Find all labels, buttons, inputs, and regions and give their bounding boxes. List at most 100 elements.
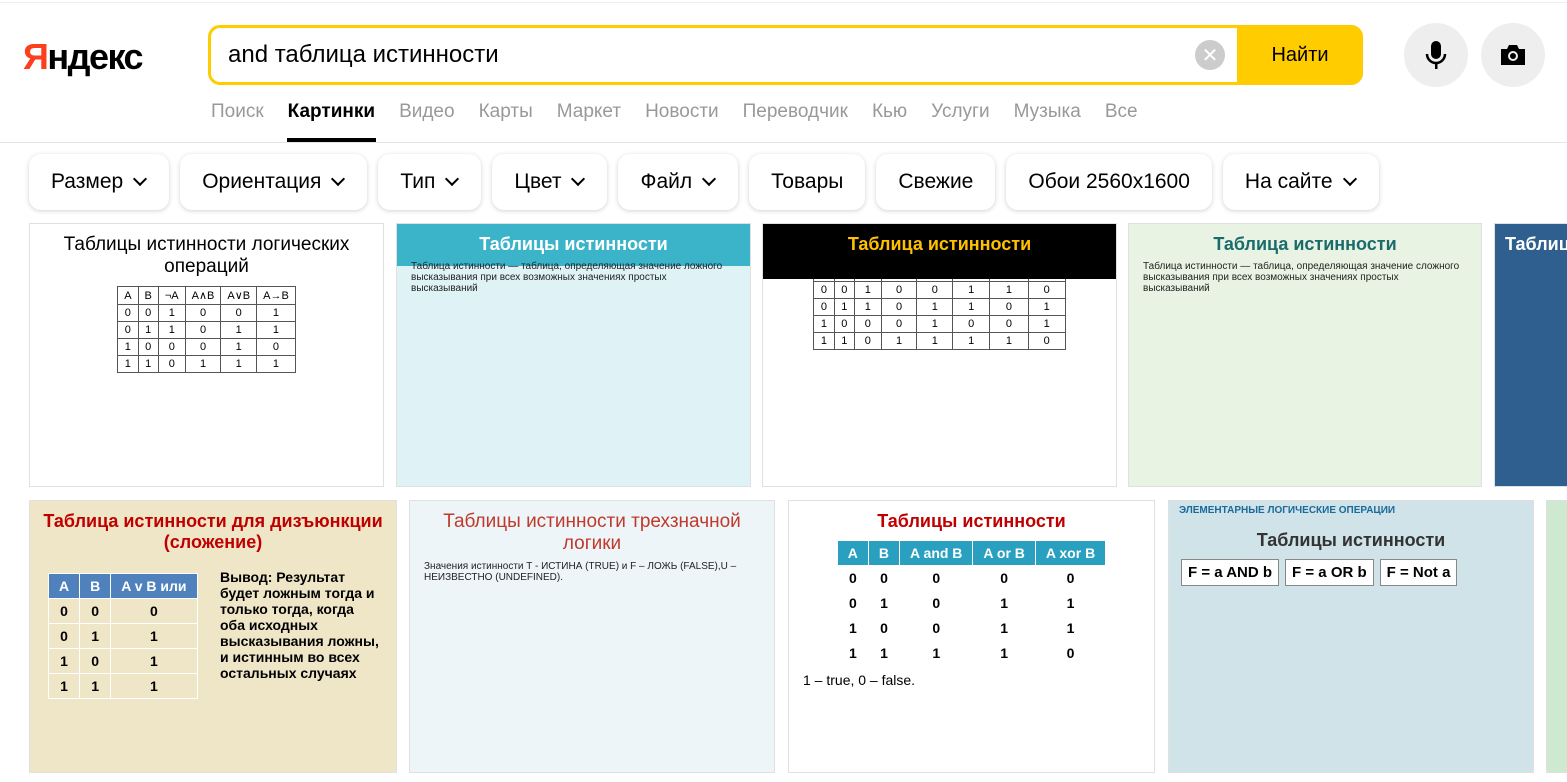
filter-label: Товары	[771, 170, 844, 193]
tab-8[interactable]: Услуги	[931, 101, 989, 123]
table-cell: 1	[916, 315, 954, 333]
filter-chip[interactable]: Свежие	[876, 154, 996, 210]
image-thumbnail[interactable]: Таблица истинности для дизъюнкции (сложе…	[29, 500, 397, 773]
table-cell: A xor B	[1034, 540, 1107, 566]
filter-chip[interactable]: Файл	[618, 154, 739, 210]
formula-row: F = a AND bF = a OR bF = Not a	[1169, 551, 1533, 594]
tab-5[interactable]: Новости	[645, 101, 719, 123]
filter-label: Файл	[640, 170, 693, 193]
table-cell: 1	[220, 338, 258, 356]
table-cell: 0	[836, 590, 869, 616]
tab-6[interactable]: Переводчик	[743, 101, 848, 123]
table-cell: 1	[813, 315, 835, 333]
filter-chip[interactable]: Размер	[29, 154, 170, 210]
table-cell: 1	[157, 321, 186, 339]
thumbnail-title: Таблица истинности	[847, 234, 1032, 254]
tab-2[interactable]: Видео	[399, 101, 455, 123]
filter-label: Размер	[51, 170, 124, 193]
table-cell: A	[836, 540, 869, 566]
table-cell: B	[79, 573, 112, 599]
table-cell: 1	[110, 623, 198, 649]
formula: F = a OR b	[1285, 559, 1374, 586]
table-cell: 1	[256, 304, 296, 322]
table-cell: A	[47, 573, 81, 599]
table-cell: 1	[952, 281, 991, 299]
table-cell: 0	[137, 304, 159, 322]
table-cell: 0	[184, 338, 222, 356]
table-cell: 0	[989, 298, 1029, 316]
table-cell: 1	[989, 332, 1029, 350]
table-cell: 1	[110, 648, 198, 674]
image-thumbnail[interactable]: Таблица	[1494, 223, 1567, 487]
tab-4[interactable]: Маркет	[557, 101, 621, 123]
filter-chip[interactable]: Тип	[378, 154, 482, 210]
chevron-down-icon	[1342, 171, 1357, 187]
image-thumbnail[interactable]: Таблица истинностиAB¬AA∧BA∨BA⇒BA⇔BA⊕B001…	[762, 223, 1117, 487]
table-cell: A v B или	[110, 573, 198, 599]
table-cell: 0	[47, 598, 81, 624]
table-cell: 1	[79, 673, 112, 699]
table-cell: 1	[79, 623, 112, 649]
table-cell: 0	[899, 590, 974, 616]
table-cell: 1	[117, 355, 139, 373]
thumbnail-subtitle: Таблица истинности — таблица, определяющ…	[411, 261, 723, 294]
tab-10[interactable]: Все	[1105, 101, 1138, 123]
table-cell: 0	[813, 281, 835, 299]
image-thumbnail[interactable]: ЭЛЕМЕНТАРНЫЕ ЛОГИЧЕСКИЕ ОПЕРАЦИИ Таблицы …	[1168, 500, 1534, 773]
table-cell: 0	[256, 338, 296, 356]
tab-0[interactable]: Поиск	[211, 101, 264, 123]
microphone-icon[interactable]	[1404, 23, 1468, 87]
image-thumbnail[interactable]: Таблицы истинности A B A and BA or BA xor B…	[788, 500, 1155, 773]
image-thumbnail[interactable]: Таблицы истинности трехзначной логики Зна…	[409, 500, 775, 773]
clear-icon[interactable]: ✕	[1195, 40, 1225, 70]
filter-chip[interactable]: Цвет	[492, 154, 608, 210]
thumbnail-title: Таблица истинности для дизъюнкции (сложе…	[43, 511, 383, 552]
thumbnail-note: 1 – true, 0 – false.	[803, 672, 916, 688]
thumbnail-title: Таблицы истинности	[877, 511, 1066, 531]
filter-chip[interactable]: Обои 2560x1600	[1006, 154, 1212, 210]
thumbnail-title: Таблица истинности	[1213, 234, 1397, 254]
table-cell: 0	[880, 281, 918, 299]
formula: F = Not a	[1379, 559, 1458, 586]
image-thumbnail[interactable]: Таблицы истинности Таблица истинности — т…	[396, 223, 751, 487]
table-cell: 1	[880, 332, 918, 350]
table-cell: 1	[972, 615, 1036, 641]
table-cell: 0	[47, 623, 81, 649]
table-cell: 0	[1034, 640, 1107, 666]
image-thumbnail[interactable]: Таблицы истинности логических операций A B…	[29, 223, 384, 487]
filter-chip[interactable]: Ориентация	[180, 154, 368, 210]
chevron-down-icon	[571, 171, 586, 187]
tab-9[interactable]: Музыка	[1014, 101, 1081, 123]
filter-chip[interactable]: Товары	[749, 154, 866, 210]
table-cell: A∧B	[184, 286, 222, 305]
table-cell: 1	[952, 298, 991, 316]
search-input[interactable]	[228, 41, 1195, 69]
tab-1[interactable]: Картинки	[286, 101, 377, 142]
table-cell: 1	[972, 590, 1036, 616]
image-thumbnail[interactable]: Таблица истинности Таблица истинности — т…	[1128, 223, 1482, 487]
image-thumbnail[interactable]	[1546, 500, 1567, 773]
tab-7[interactable]: Кью	[872, 101, 907, 123]
table-cell: B	[137, 286, 159, 305]
table-cell: 1	[952, 332, 991, 350]
table-cell: 1	[813, 332, 835, 350]
table-cell: A→B	[256, 286, 296, 305]
table-cell: 1	[137, 321, 159, 339]
table-cell: 1	[1027, 298, 1066, 316]
table-cell: 1	[137, 355, 159, 373]
table-cell: 1	[110, 673, 198, 699]
logo-letter: Я	[23, 36, 49, 77]
table-cell: 1	[916, 332, 954, 350]
search-button[interactable]: Найти	[1237, 25, 1363, 85]
thumbnail-subtitle: Значения истинности T - ИСТИНА (TRUE) и …	[424, 561, 737, 583]
yandex-logo[interactable]: Яндекс	[23, 36, 144, 78]
tab-3[interactable]: Карты	[479, 101, 533, 123]
camera-icon[interactable]	[1481, 23, 1545, 87]
thumbnail-title: Таблицы истинности логических операций	[63, 234, 350, 277]
thumbnail-title	[1547, 501, 1567, 511]
filter-chip[interactable]: На сайте	[1222, 154, 1379, 210]
table-cell: A∨B	[220, 286, 258, 305]
filter-bar: Размер Ориентация Тип Цвет Файл Товары Свежие О…	[29, 154, 1379, 210]
table-cell: 1	[220, 321, 258, 339]
thumbnail-subtitle: Таблица истинности — таблица, определяющ…	[1143, 261, 1460, 294]
